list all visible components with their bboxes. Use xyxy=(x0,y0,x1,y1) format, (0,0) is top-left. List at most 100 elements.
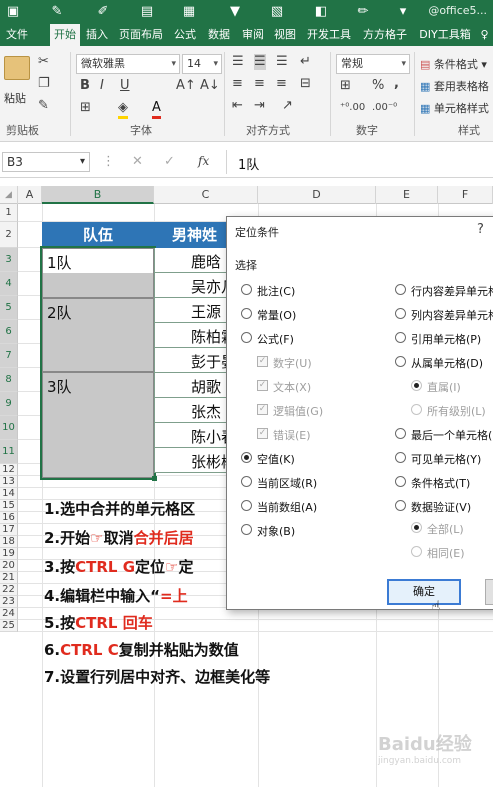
row-header-23[interactable]: 23 xyxy=(0,596,18,608)
row-header-11[interactable]: 11 xyxy=(0,440,18,464)
option-right-3[interactable]: 从属单元格(D) xyxy=(395,355,493,370)
row-header-24[interactable]: 24 xyxy=(0,608,18,620)
wrap-text-icon[interactable]: ↵ xyxy=(300,54,311,70)
font-grow-icon[interactable]: A↑ xyxy=(176,78,196,94)
underline-button[interactable]: U xyxy=(120,78,130,94)
row-header-13[interactable]: 13 xyxy=(0,476,18,488)
enter-icon[interactable]: ✓ xyxy=(164,154,175,170)
tab-review[interactable]: 审阅 xyxy=(238,24,268,46)
option-left-8[interactable]: 当前区域(R) xyxy=(241,475,381,490)
option-right-2[interactable]: 引用单元格(P) xyxy=(395,331,493,346)
tab-developer[interactable]: 开发工具 xyxy=(302,24,356,46)
row-header-17[interactable]: 17 xyxy=(0,524,18,536)
decrease-indent-icon[interactable]: ⇤ xyxy=(232,98,243,114)
cell-styles-button[interactable]: ▦ 单元格样式 xyxy=(420,100,489,116)
format-painter-icon[interactable]: ✐ xyxy=(94,3,112,21)
radio-icon[interactable] xyxy=(241,524,252,535)
radio-icon[interactable] xyxy=(241,284,252,295)
eraser-icon[interactable]: ✎ xyxy=(48,3,66,21)
column-header-e[interactable]: E xyxy=(376,186,438,204)
increase-indent-icon[interactable]: ⇥ xyxy=(254,98,265,114)
format-as-table-button[interactable]: ▦ 套用表格格 xyxy=(420,78,489,94)
option-right-8[interactable]: 条件格式(T) xyxy=(395,475,493,490)
row-header-21[interactable]: 21 xyxy=(0,572,18,584)
row-header-19[interactable]: 19 xyxy=(0,548,18,560)
align-left-icon[interactable]: ≡ xyxy=(232,76,243,92)
align-right-icon[interactable]: ≡ xyxy=(276,76,287,92)
tab-diy[interactable]: DIY工具箱 xyxy=(414,24,476,46)
fill-color-icon[interactable]: ◈ xyxy=(118,100,128,119)
number-format-select[interactable]: 常规 ▾ xyxy=(336,54,410,74)
comma-button[interactable]: , xyxy=(394,76,399,92)
radio-icon[interactable] xyxy=(395,284,406,295)
tab-insert[interactable]: 插入 xyxy=(82,24,112,46)
radio-icon[interactable] xyxy=(241,452,252,463)
radio-icon[interactable] xyxy=(395,308,406,319)
bold-button[interactable]: B xyxy=(80,78,90,94)
column-header-b[interactable]: B xyxy=(42,186,154,204)
tab-home[interactable]: 开始 xyxy=(50,24,80,46)
ok-button[interactable]: 确定 xyxy=(387,579,461,605)
customize-icon[interactable]: ▾ xyxy=(394,3,412,21)
more-tabs-icon[interactable]: ♀ xyxy=(476,24,493,46)
align-top-icon[interactable]: ☰ xyxy=(232,54,244,70)
row-header-20[interactable]: 20 xyxy=(0,560,18,572)
filter-icon[interactable]: ▼ xyxy=(226,3,244,21)
align-center-icon[interactable]: ≡ xyxy=(254,76,265,92)
formula-icon[interactable]: ▧ xyxy=(268,3,286,21)
option-left-2[interactable]: 公式(F) xyxy=(241,331,381,346)
option-right-7[interactable]: 可见单元格(Y) xyxy=(395,451,493,466)
column-header-c[interactable]: C xyxy=(154,186,258,204)
tab-data[interactable]: 数据 xyxy=(204,24,234,46)
radio-icon[interactable] xyxy=(395,476,406,487)
name-box[interactable]: B3 ▾ xyxy=(2,152,90,172)
radio-icon[interactable] xyxy=(395,452,406,463)
row-header-6[interactable]: 6 xyxy=(0,320,18,344)
row-header-8[interactable]: 8 xyxy=(0,368,18,392)
column-header-d[interactable]: D xyxy=(258,186,376,204)
option-right-9[interactable]: 数据验证(V) xyxy=(395,499,493,514)
increase-decimal-icon[interactable]: ⁺⁰.00 xyxy=(340,100,365,116)
row-header-22[interactable]: 22 xyxy=(0,584,18,596)
formula-input[interactable]: 1队 xyxy=(238,154,259,173)
format-painter-icon[interactable]: ✎ xyxy=(38,98,49,114)
save-icon[interactable]: ▣ xyxy=(4,3,22,21)
decrease-decimal-icon[interactable]: .00⁻⁰ xyxy=(372,100,397,116)
radio-icon[interactable] xyxy=(241,332,252,343)
row-header-25[interactable]: 25 xyxy=(0,620,18,632)
radio-icon[interactable] xyxy=(241,308,252,319)
tab-file[interactable]: 文件 xyxy=(0,24,34,46)
option-left-1[interactable]: 常量(O) xyxy=(241,307,381,322)
row-header-12[interactable]: 12 xyxy=(0,464,18,476)
row-header-3[interactable]: 3 xyxy=(0,248,18,272)
tab-page-layout[interactable]: 页面布局 xyxy=(114,24,168,46)
radio-icon[interactable] xyxy=(395,500,406,511)
radio-icon[interactable] xyxy=(241,500,252,511)
radio-icon[interactable] xyxy=(241,476,252,487)
orientation-icon[interactable]: ↗ xyxy=(282,98,293,114)
tab-fangfang[interactable]: 方方格子 xyxy=(358,24,412,46)
row-header-4[interactable]: 4 xyxy=(0,272,18,296)
cut-icon[interactable]: ✂ xyxy=(38,54,49,70)
row-header-16[interactable]: 16 xyxy=(0,512,18,524)
cancel-button[interactable] xyxy=(485,579,493,605)
paste-icon[interactable]: ▤ xyxy=(138,3,156,21)
tab-view[interactable]: 视图 xyxy=(270,24,300,46)
merge-center-icon[interactable]: ⊟ xyxy=(300,76,311,92)
option-right-6[interactable]: 最后一个单元格(S) xyxy=(395,427,493,442)
align-middle-icon[interactable]: ☰ xyxy=(254,54,266,70)
radio-icon[interactable] xyxy=(395,332,406,343)
option-left-0[interactable]: 批注(C) xyxy=(241,283,381,298)
paste-icon[interactable] xyxy=(4,56,30,80)
row-header-1[interactable]: 1 xyxy=(0,204,18,222)
row-header-7[interactable]: 7 xyxy=(0,344,18,368)
percent-button[interactable]: % xyxy=(372,78,384,94)
row-header-9[interactable]: 9 xyxy=(0,392,18,416)
cancel-icon[interactable]: ✕ xyxy=(132,154,143,170)
row-header-15[interactable]: 15 xyxy=(0,500,18,512)
row-header-18[interactable]: 18 xyxy=(0,536,18,548)
row-header-2[interactable]: 2 xyxy=(0,222,18,248)
pen-icon[interactable]: ✏ xyxy=(354,3,372,21)
align-bottom-icon[interactable]: ☰ xyxy=(276,54,288,70)
italic-button[interactable]: I xyxy=(100,78,104,94)
